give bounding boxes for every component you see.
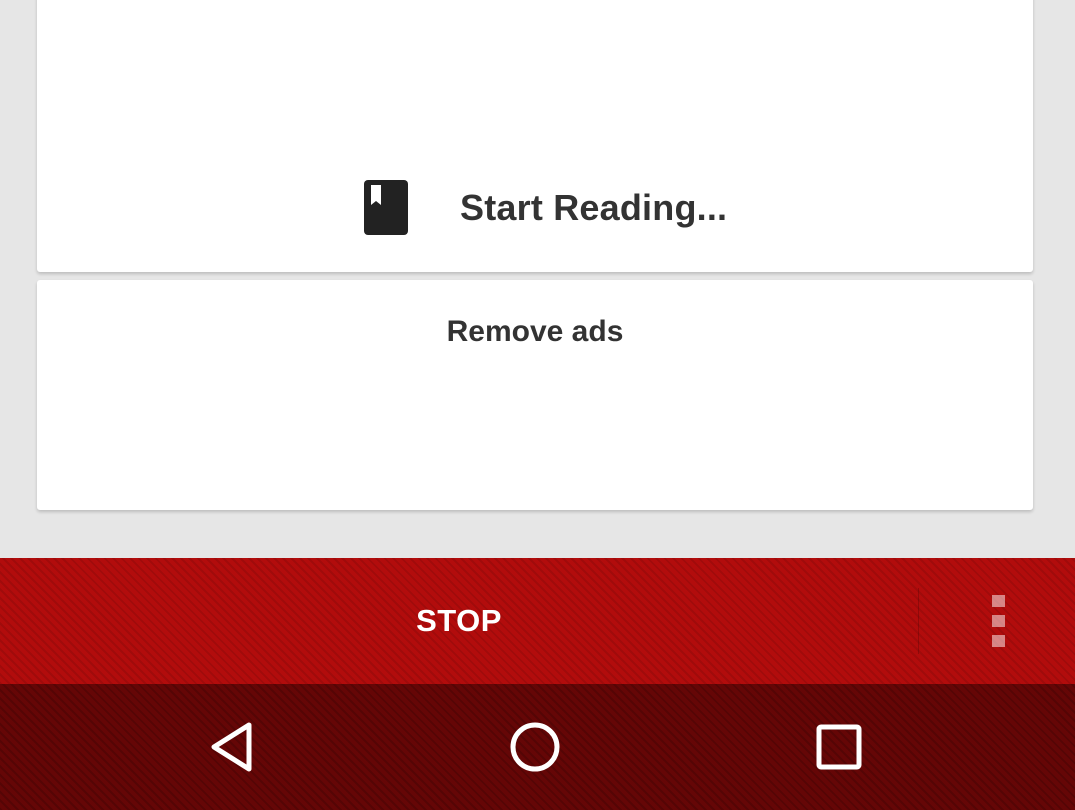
playback-action-bar: STOP	[0, 558, 1075, 684]
start-reading-card: Start Reading...	[37, 0, 1033, 272]
ads-card: Remove ads	[37, 280, 1033, 510]
start-reading-label: Start Reading...	[460, 186, 728, 228]
home-button[interactable]	[500, 712, 570, 782]
remove-ads-link[interactable]: Remove ads	[37, 315, 1033, 349]
overflow-menu-icon[interactable]	[960, 588, 1036, 654]
app-screen: Start Reading... Remove ads STOP	[0, 0, 1075, 810]
recents-button[interactable]	[804, 712, 874, 782]
action-bar-divider	[918, 588, 919, 654]
back-icon	[211, 722, 252, 772]
start-reading-button[interactable]: Start Reading...	[364, 180, 727, 235]
menu-dot	[991, 635, 1005, 647]
menu-dot	[991, 615, 1005, 627]
back-button[interactable]	[197, 712, 267, 782]
system-navigation-bar	[0, 684, 1075, 810]
menu-dot	[991, 595, 1005, 607]
home-icon	[510, 722, 560, 772]
stop-button[interactable]: STOP	[0, 558, 918, 684]
recents-icon	[816, 724, 862, 770]
book-bookmark-icon	[364, 180, 408, 235]
